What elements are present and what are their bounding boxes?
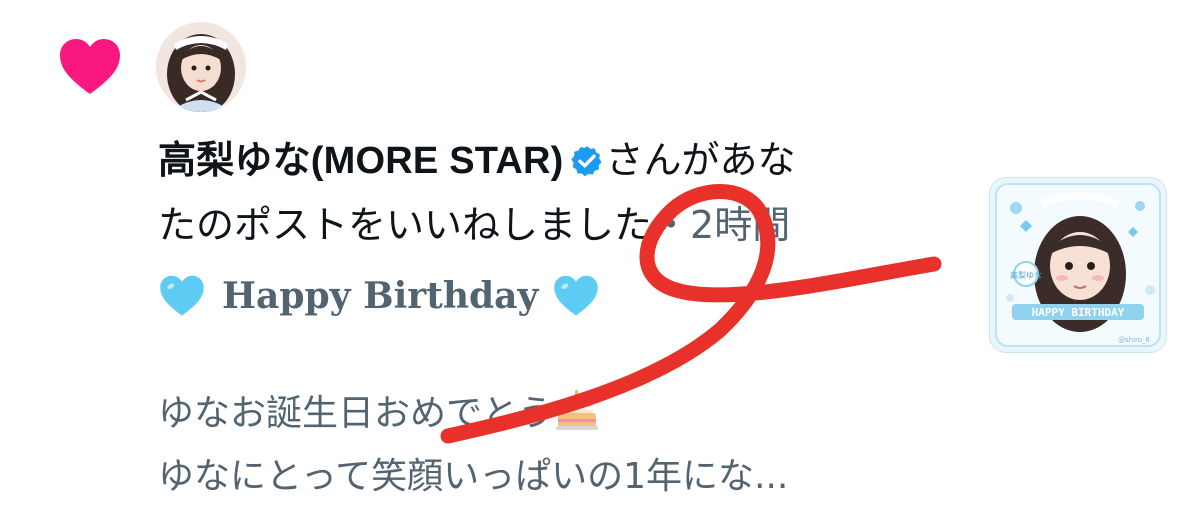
separator-dot: ・ [652,203,691,247]
timestamp[interactable]: 2時間 [690,203,790,247]
action-text-part2: たのポストをいいねしました [158,203,653,247]
post-thumbnail[interactable]: 高梨ゆな HAPPY BIRTHDAY @shiro_8 [990,178,1166,352]
light-blue-heart-emoji [160,275,204,316]
thumbnail-top-caption: 高梨ゆな [1010,270,1042,280]
user-name-link[interactable]: 高梨ゆな(MORE STAR) [158,140,564,182]
verified-badge-icon [570,146,602,177]
post-body-line1: ゆなお誕生日おめでとう [158,389,599,437]
light-blue-heart-emoji [554,275,599,316]
user-avatar[interactable] [156,22,246,112]
birthday-cake-emoji [556,389,599,430]
thumbnail-banner-text: HAPPY BIRTHDAY [1032,306,1125,319]
avatar-image [156,22,246,112]
post-body-line2: ゆなにとって笑顔いっぱいの1年にな... [158,454,788,500]
post-heading: Happy Birthday [158,270,600,322]
heart-icon [60,39,120,94]
like-notification[interactable]: 高梨ゆな(MORE STAR) さんがあな たのポストをいいねしました・2時間 H… [0,0,1199,522]
action-text-part1: さんがあな [605,138,796,182]
post-body-text1: ゆなお誕生日おめでとう [158,393,555,434]
thumbnail-watermark: @shiro_8 [1118,336,1150,344]
post-body-text2: ゆなにとって笑顔いっぱいの1年にな... [158,456,789,497]
post-heading-text: Happy Birthday [222,275,539,317]
thumbnail-image: 高梨ゆな HAPPY BIRTHDAY @shiro_8 [990,178,1166,352]
notification-title-line2: たのポストをいいねしました・2時間 [158,201,790,249]
notification-title-line1: 高梨ゆな(MORE STAR) さんがあな [158,136,796,185]
